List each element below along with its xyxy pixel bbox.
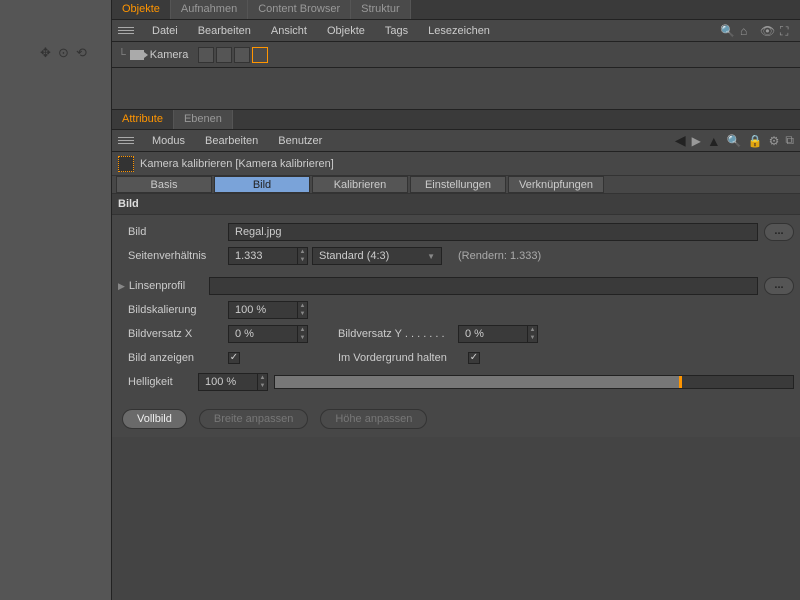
tab-objekte[interactable]: Objekte (112, 0, 171, 19)
viewport-panel: ✥ ⊙ ⟲ (0, 0, 112, 600)
maximize-icon[interactable]: ⛶ (780, 24, 794, 38)
menu-benutzer[interactable]: Benutzer (268, 135, 332, 147)
camera-icon (130, 50, 144, 60)
rotate-icon[interactable]: ⟲ (76, 45, 90, 59)
label-seitenverhaeltnis: Seitenverhältnis (118, 250, 228, 262)
input-bildversatz-x[interactable]: 0 % (228, 325, 298, 343)
object-menubar: Datei Bearbeiten Ansicht Objekte Tags Le… (112, 20, 800, 42)
input-seitenverhaeltnis[interactable]: 1.333 (228, 247, 298, 265)
hamburger-icon[interactable] (118, 27, 134, 34)
spinner-skal[interactable]: ▲▼ (298, 301, 308, 319)
label-helligkeit: Helligkeit (118, 376, 198, 388)
section-header-bild: Bild (112, 194, 800, 215)
tag-icon-2[interactable] (216, 47, 232, 63)
checkbox-bild-anzeigen[interactable]: ✓ (228, 352, 240, 364)
menu-bearbeiten[interactable]: Bearbeiten (188, 25, 261, 37)
form-bild: Bild Regal.jpg ... Seitenverhältnis 1.33… (112, 215, 800, 401)
menu-tags[interactable]: Tags (375, 25, 418, 37)
slider-helligkeit[interactable] (274, 375, 794, 389)
menu-modus[interactable]: Modus (142, 135, 195, 147)
menu-bearbeiten-2[interactable]: Bearbeiten (195, 135, 268, 147)
render-info: (Rendern: 1.333) (458, 250, 541, 262)
lock-icon[interactable]: 🔒 (748, 134, 763, 148)
label-vordergrund: Im Vordergrund halten (328, 352, 468, 364)
spinner-hell[interactable]: ▲▼ (258, 373, 268, 391)
disclosure-linsenprofil[interactable]: ▶ (118, 281, 125, 292)
tree-branch-icon: └ (118, 49, 126, 61)
subtab-verknuepfungen[interactable]: Verknüpfungen (508, 176, 604, 193)
spinner-vx[interactable]: ▲▼ (298, 325, 308, 343)
tab-struktur[interactable]: Struktur (351, 0, 411, 19)
tag-icon-calibrate[interactable] (252, 47, 268, 63)
subtab-bild[interactable]: Bild (214, 176, 310, 193)
label-bildskalierung: Bildskalierung (118, 304, 228, 316)
tag-icon-1[interactable] (198, 47, 214, 63)
viewport-tools: ✥ ⊙ ⟲ (40, 45, 90, 59)
object-list-empty (112, 68, 800, 110)
dropdown-aspect-preset[interactable]: Standard (4:3) ▼ (312, 247, 442, 265)
eye-icon[interactable]: 👁 (760, 24, 774, 38)
browse-linsenprofil-button[interactable]: ... (764, 277, 794, 295)
slider-handle[interactable] (679, 376, 682, 388)
label-linsenprofil: Linsenprofil (129, 280, 209, 292)
top-tabs: Objekte Aufnahmen Content Browser Strukt… (112, 0, 800, 20)
subtab-kalibrieren[interactable]: Kalibrieren (312, 176, 408, 193)
spinner-seiten[interactable]: ▲▼ (298, 247, 308, 265)
menu-objekte[interactable]: Objekte (317, 25, 375, 37)
tab-ebenen[interactable]: Ebenen (174, 110, 233, 129)
input-linsenprofil[interactable] (209, 277, 758, 295)
menu-datei[interactable]: Datei (142, 25, 188, 37)
tab-aufnahmen[interactable]: Aufnahmen (171, 0, 248, 19)
tag-icons (198, 47, 268, 63)
button-row: Vollbild Breite anpassen Höhe anpassen (112, 401, 800, 437)
menu-ansicht[interactable]: Ansicht (261, 25, 317, 37)
tag-icon-3[interactable] (234, 47, 250, 63)
nav-up-icon[interactable]: ▲ (707, 133, 721, 149)
tab-content-browser[interactable]: Content Browser (248, 0, 351, 19)
dropdown-value: Standard (4:3) (319, 250, 389, 262)
menu-lesezeichen[interactable]: Lesezeichen (418, 25, 500, 37)
object-name: Kamera (150, 49, 189, 61)
checkbox-vordergrund[interactable]: ✓ (468, 352, 480, 364)
chevron-down-icon: ▼ (427, 252, 435, 261)
target-icon[interactable]: ⊙ (58, 45, 72, 59)
label-bildversatz-y: Bildversatz Y . . . . . . . (328, 328, 458, 340)
button-vollbild[interactable]: Vollbild (122, 409, 187, 429)
attribute-header: Kamera kalibrieren [Kamera kalibrieren] (112, 152, 800, 176)
search-icon[interactable]: 🔍 (727, 134, 742, 148)
nav-fwd-icon[interactable]: ▶ (692, 134, 701, 148)
calibrate-tag-icon (118, 156, 134, 172)
tab-attribute[interactable]: Attribute (112, 110, 174, 129)
slider-fill (275, 376, 679, 388)
input-bildskalierung[interactable]: 100 % (228, 301, 298, 319)
button-breite-anpassen[interactable]: Breite anpassen (199, 409, 309, 429)
button-hoehe-anpassen[interactable]: Höhe anpassen (320, 409, 427, 429)
gear-icon[interactable]: ⚙ (769, 134, 780, 148)
attribute-sub-tabs: Basis Bild Kalibrieren Einstellungen Ver… (112, 176, 800, 194)
label-bild: Bild (118, 226, 228, 238)
subtab-basis[interactable]: Basis (116, 176, 212, 193)
object-row-kamera[interactable]: └ Kamera (112, 42, 800, 68)
browse-bild-button[interactable]: ... (764, 223, 794, 241)
nav-back-icon[interactable]: ◀ (675, 132, 686, 149)
search-icon[interactable]: 🔍 (720, 24, 734, 38)
label-bildversatz-x: Bildversatz X (118, 328, 228, 340)
input-bildversatz-y[interactable]: 0 % (458, 325, 528, 343)
input-bild[interactable]: Regal.jpg (228, 223, 758, 241)
subtab-einstellungen[interactable]: Einstellungen (410, 176, 506, 193)
spinner-vy[interactable]: ▲▼ (528, 325, 538, 343)
attribute-title: Kamera kalibrieren [Kamera kalibrieren] (140, 158, 334, 170)
home-icon[interactable]: ⌂ (740, 24, 754, 38)
input-helligkeit[interactable]: 100 % (198, 373, 258, 391)
move-icon[interactable]: ✥ (40, 45, 54, 59)
attribute-tabs: Attribute Ebenen (112, 110, 800, 130)
main-panel: Objekte Aufnahmen Content Browser Strukt… (112, 0, 800, 600)
label-bild-anzeigen: Bild anzeigen (118, 352, 228, 364)
attribute-menubar: Modus Bearbeiten Benutzer ◀ ▶ ▲ 🔍 🔒 ⚙ ⧉ (112, 130, 800, 152)
new-window-icon[interactable]: ⧉ (785, 133, 794, 148)
hamburger-icon[interactable] (118, 137, 134, 144)
